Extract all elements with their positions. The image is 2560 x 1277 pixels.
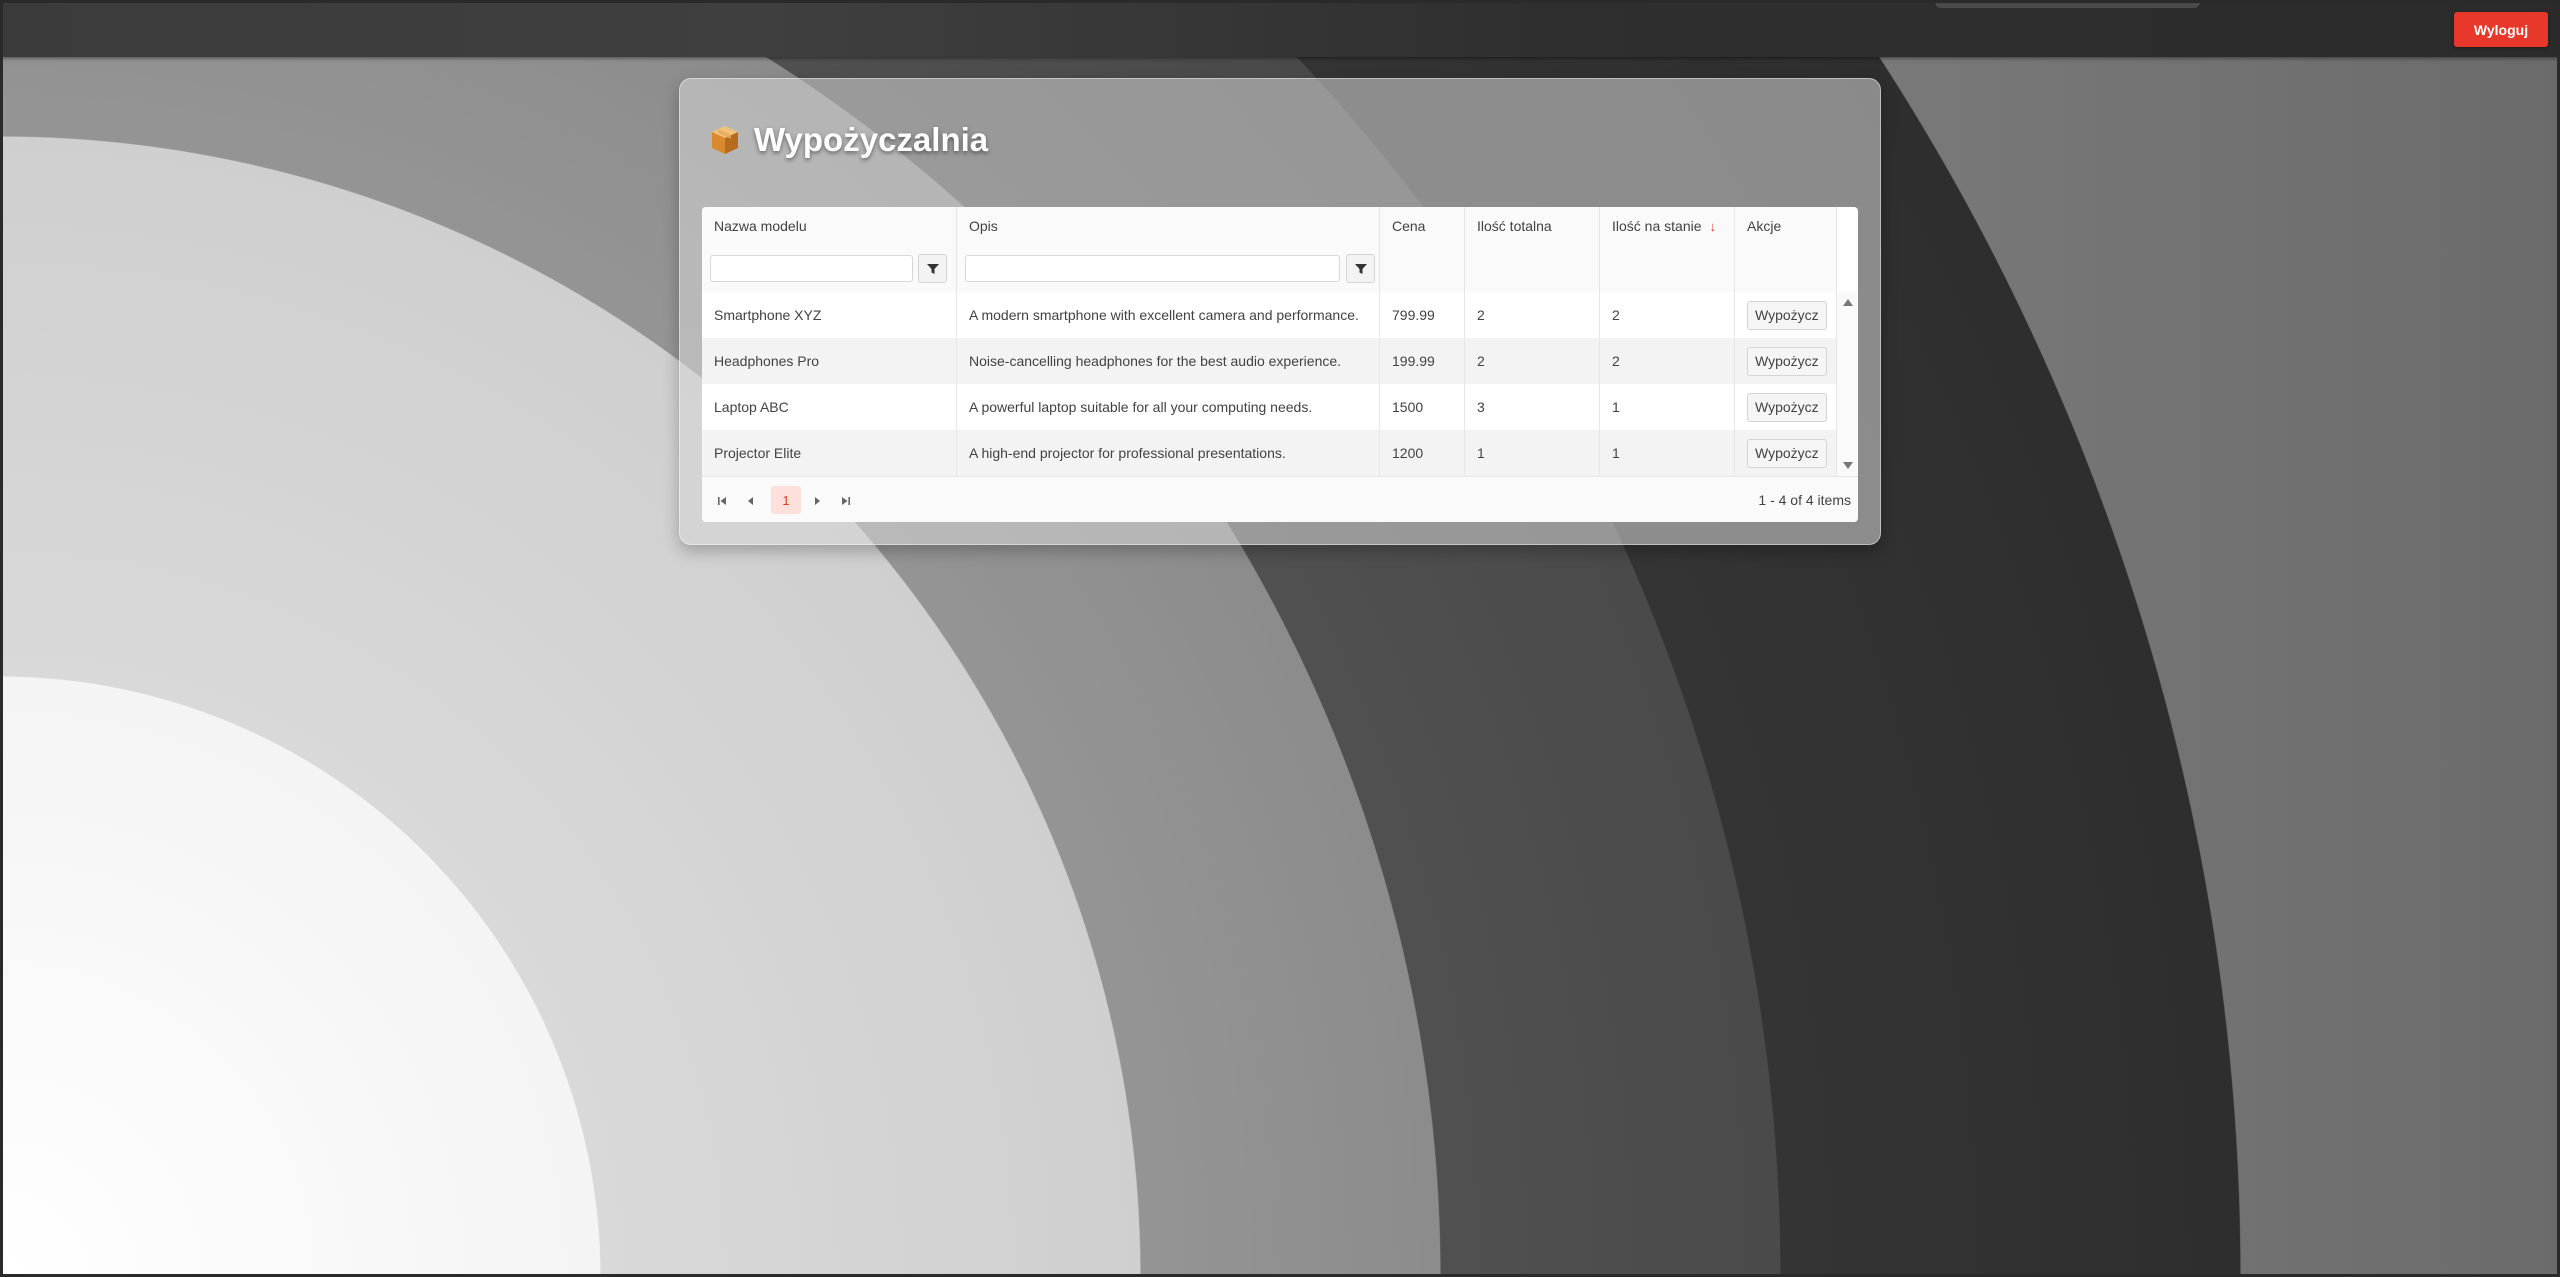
column-header-total-quantity[interactable]: Ilość totalna — [1465, 207, 1600, 245]
cell-description: A high-end projector for professional pr… — [957, 430, 1380, 476]
grid-filter-row — [702, 245, 1837, 293]
table-row: Smartphone XYZ A modern smartphone with … — [702, 292, 1837, 339]
rent-button[interactable]: Wypożycz — [1747, 346, 1827, 376]
cell-in-stock: 1 — [1600, 430, 1735, 476]
filter-cell-empty — [1465, 245, 1600, 292]
vertical-scrollbar[interactable] — [1837, 292, 1858, 476]
rental-panel: Wypożyczalnia Nazwa modelu Opis Cena Ilo… — [679, 78, 1881, 545]
next-page-icon — [814, 496, 820, 505]
column-header-description[interactable]: Opis — [957, 207, 1380, 245]
cell-in-stock: 2 — [1600, 338, 1735, 384]
cell-price: 1500 — [1380, 384, 1465, 430]
page-title: Wypożyczalnia — [754, 121, 989, 158]
table-row: Projector Elite A high-end projector for… — [702, 430, 1837, 477]
column-header-label: Cena — [1392, 218, 1426, 234]
column-header-label: Ilość na stanie — [1612, 218, 1702, 234]
pager-info: 1 - 4 of 4 items — [1758, 492, 1851, 508]
cell-actions: Wypożycz — [1735, 430, 1837, 476]
column-header-price[interactable]: Cena — [1380, 207, 1465, 245]
rent-button[interactable]: Wypożycz — [1747, 438, 1827, 468]
previous-page-icon — [747, 496, 753, 505]
cell-description: A powerful laptop suitable for all your … — [957, 384, 1380, 430]
cell-model-name: Laptop ABC — [702, 384, 957, 430]
logout-button[interactable]: Wyloguj — [2454, 12, 2548, 47]
cell-total-quantity: 3 — [1465, 384, 1600, 430]
cell-price: 1200 — [1380, 430, 1465, 476]
grid-body: Smartphone XYZ A modern smartphone with … — [702, 292, 1837, 477]
first-page-button[interactable] — [708, 487, 735, 514]
next-page-button[interactable] — [803, 487, 830, 514]
cell-description: Noise-cancelling headphones for the best… — [957, 338, 1380, 384]
table-row: Headphones Pro Noise-cancelling headphon… — [702, 338, 1837, 385]
column-header-actions: Akcje — [1735, 207, 1837, 245]
column-header-label: Ilość totalna — [1477, 218, 1552, 234]
filter-icon — [1354, 263, 1367, 274]
cell-price: 799.99 — [1380, 292, 1465, 338]
cell-model-name: Headphones Pro — [702, 338, 957, 384]
rent-button[interactable]: Wypożycz — [1747, 300, 1827, 330]
last-page-button[interactable] — [832, 487, 859, 514]
current-page-button[interactable]: 1 — [771, 486, 801, 514]
package-box-icon — [712, 126, 738, 154]
sort-descending-icon: ↓ — [1709, 218, 1717, 234]
column-header-model-name[interactable]: Nazwa modelu — [702, 207, 957, 245]
filter-button-description[interactable] — [1346, 254, 1375, 283]
cell-model-name: Projector Elite — [702, 430, 957, 476]
top-bar-tab — [1935, 0, 2200, 8]
grid-header-row: Nazwa modelu Opis Cena Ilość totalna Ilo… — [702, 207, 1837, 246]
page-header: Wypożyczalnia — [708, 121, 988, 159]
filter-input-description[interactable] — [965, 255, 1340, 282]
cell-actions: Wypożycz — [1735, 338, 1837, 384]
scroll-down-icon[interactable] — [1843, 462, 1853, 469]
column-header-label: Akcje — [1747, 218, 1782, 234]
grid-pager: 1 1 - 4 of 4 items — [702, 476, 1858, 522]
filter-icon — [926, 263, 939, 274]
column-header-label: Opis — [969, 218, 998, 234]
top-bar: Wyloguj — [0, 0, 2560, 57]
cell-total-quantity: 1 — [1465, 430, 1600, 476]
cell-description: A modern smartphone with excellent camer… — [957, 292, 1380, 338]
first-page-icon — [717, 496, 726, 505]
column-header-in-stock[interactable]: Ilość na stanie ↓ — [1600, 207, 1735, 245]
cell-total-quantity: 2 — [1465, 292, 1600, 338]
previous-page-button[interactable] — [737, 487, 764, 514]
cell-in-stock: 2 — [1600, 292, 1735, 338]
filter-cell-empty — [1600, 245, 1735, 292]
cell-in-stock: 1 — [1600, 384, 1735, 430]
products-grid: Nazwa modelu Opis Cena Ilość totalna Ilo… — [702, 207, 1858, 522]
cell-total-quantity: 2 — [1465, 338, 1600, 384]
filter-input-model-name[interactable] — [710, 255, 913, 282]
filter-button-model-name[interactable] — [918, 254, 947, 283]
last-page-icon — [841, 496, 850, 505]
filter-cell-empty — [1380, 245, 1465, 292]
scroll-up-icon[interactable] — [1843, 299, 1853, 306]
table-row: Laptop ABC A powerful laptop suitable fo… — [702, 384, 1837, 431]
cell-model-name: Smartphone XYZ — [702, 292, 957, 338]
cell-actions: Wypożycz — [1735, 384, 1837, 430]
cell-price: 199.99 — [1380, 338, 1465, 384]
cell-actions: Wypożycz — [1735, 292, 1837, 338]
column-header-label: Nazwa modelu — [714, 218, 807, 234]
filter-cell-empty — [1735, 245, 1837, 292]
rent-button[interactable]: Wypożycz — [1747, 392, 1827, 422]
